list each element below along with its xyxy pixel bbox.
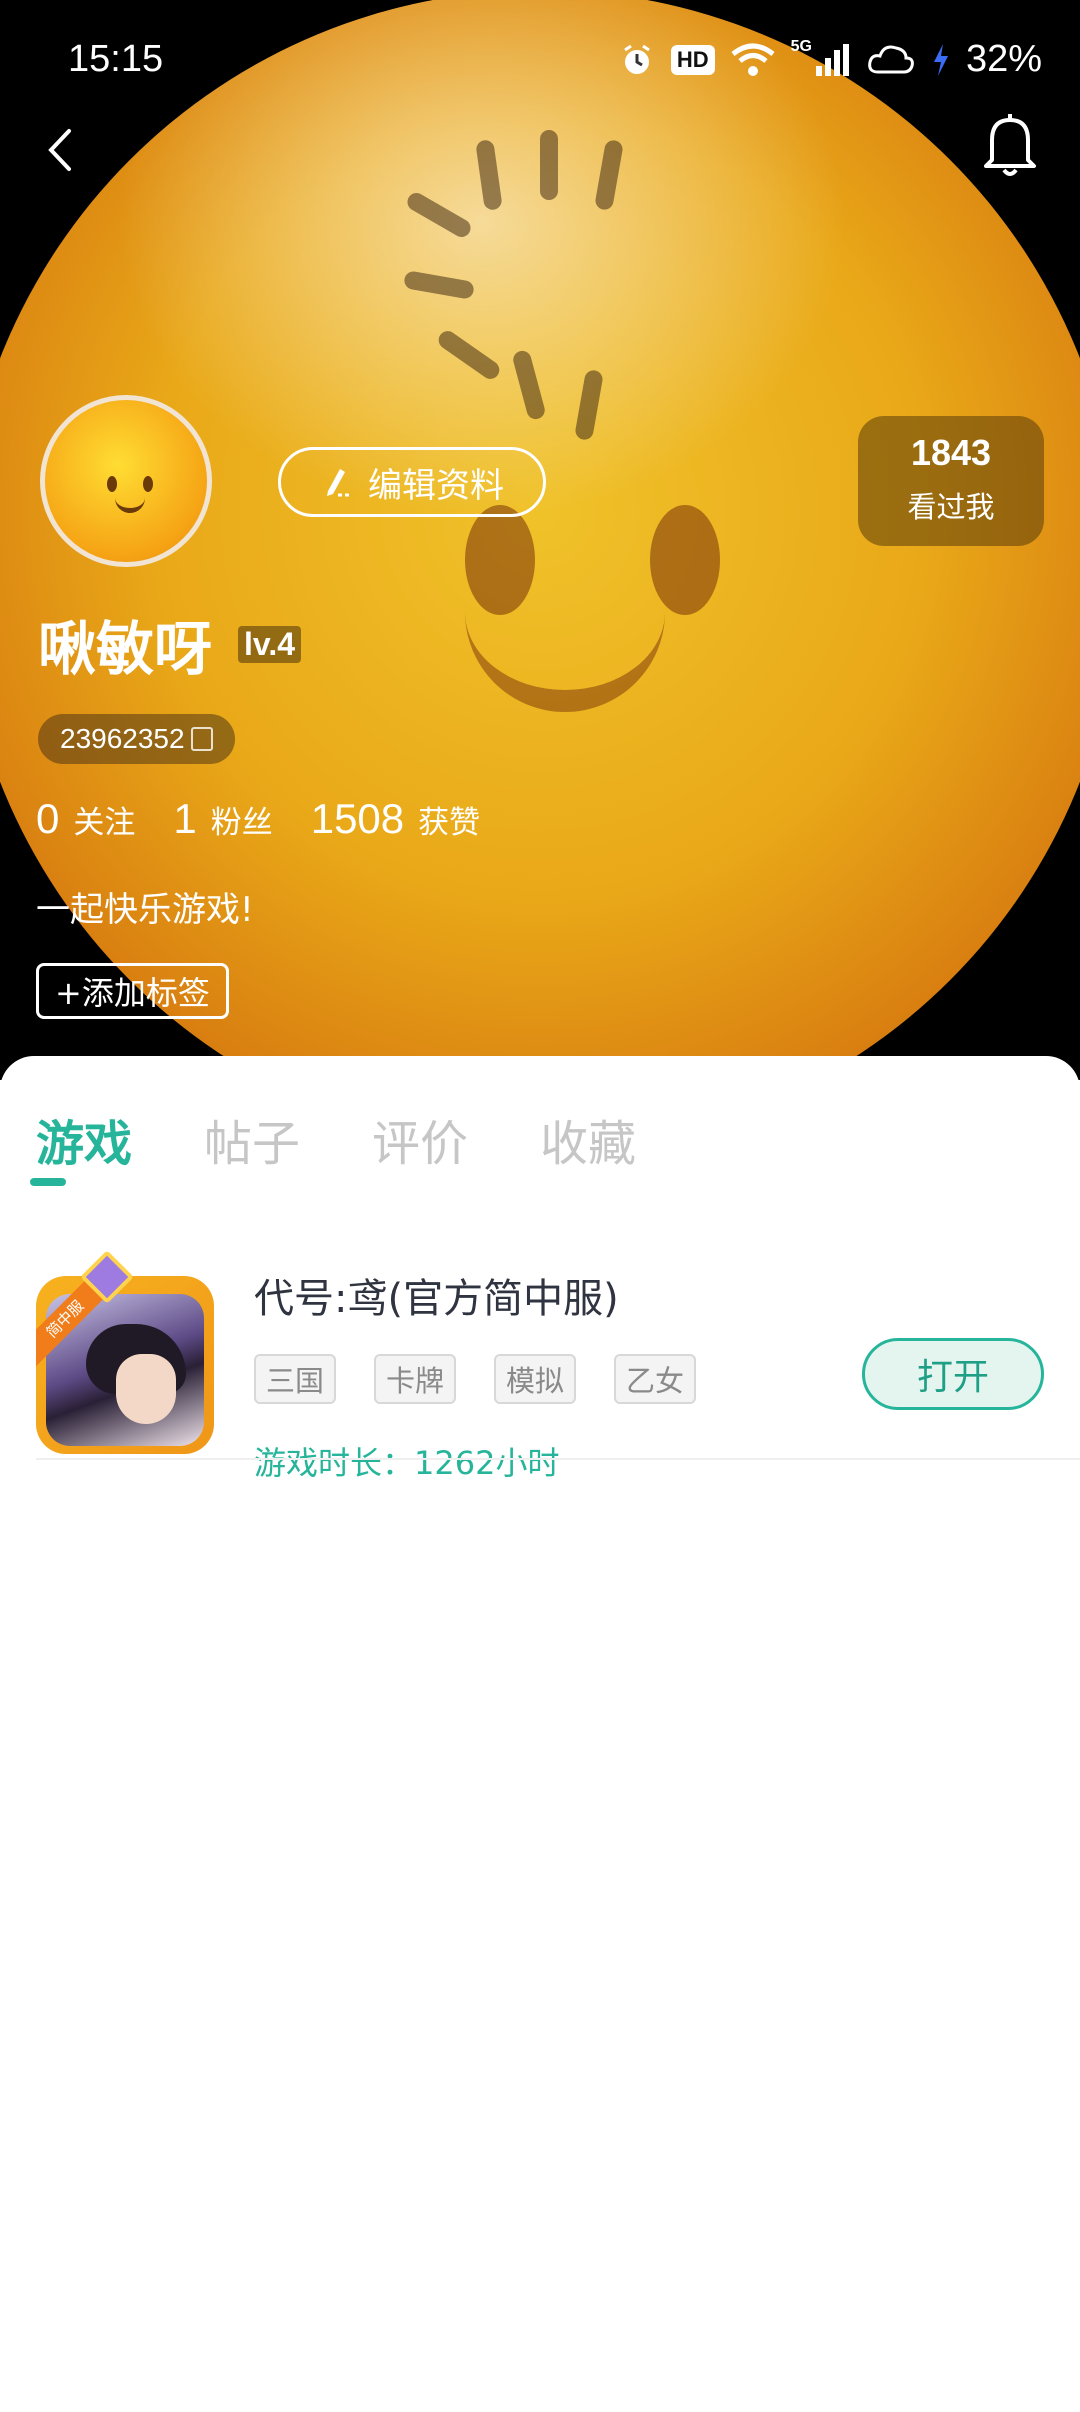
chevron-left-icon [48,129,71,171]
pencil-icon [327,469,350,497]
likes-label: 获赞 [418,805,481,841]
game-tag: 乙女 [614,1354,697,1404]
notifications-button[interactable] [980,110,1050,190]
bell-icon [984,114,1036,176]
active-tab-indicator [30,1178,66,1186]
game-tag: 模拟 [494,1354,577,1404]
content-panel: 游戏 帖子 评价 收藏 简中服 代号:鸢(官方简中服) 三国 卡牌 模拟 乙女 … [0,1056,1080,2412]
edit-profile-label: 编辑资料 [368,465,504,506]
status-bar: 15:15 HD 5G 32% [0,0,1080,120]
following-label[interactable]: 关注 [73,797,135,842]
open-game-button[interactable]: 打开 [862,1338,1044,1410]
divider [36,1458,1080,1460]
alarm-icon [623,44,650,74]
uid-value: 23962352 [60,723,185,754]
bio: 一起快乐游戏! [36,890,254,930]
username: 啾敏呀 [38,615,213,683]
add-tag-button[interactable]: +添加标签 [36,963,229,1019]
list-item[interactable]: 简中服 代号:鸢(官方简中服) 三国 卡牌 模拟 乙女 游戏时长：1262小时 … [0,1206,1080,1482]
charging-icon [933,43,948,76]
tab-reviews[interactable]: 评价 [372,1104,468,1174]
visitors-card[interactable]: 1843 看过我 [858,416,1044,546]
tab-bar: 游戏 帖子 评价 收藏 [36,1104,636,1174]
visitors-count: 1843 [910,432,992,473]
likes-count: 1508 [310,795,405,842]
game-title[interactable]: 代号:鸢(官方简中服) [254,1266,619,1324]
avatar[interactable] [40,395,212,567]
network-type: 5G [790,38,812,55]
following-count[interactable]: 0 [36,795,59,843]
game-tag: 三国 [254,1354,337,1404]
cloud-icon [868,45,914,73]
game-playtime: 游戏时长：1262小时 [254,1444,560,1482]
hd-badge: HD [670,44,715,75]
status-icons: HD 5G 32% [619,38,1042,81]
visitors-label: 看过我 [907,490,995,524]
wifi-icon [731,43,775,76]
back-button[interactable] [30,110,90,190]
edit-profile-button[interactable]: 编辑资料 [278,447,546,517]
game-icon[interactable]: 简中服 [36,1276,214,1454]
username-row: 啾敏呀 lv.4 [38,602,302,686]
tab-favorites[interactable]: 收藏 [540,1104,636,1174]
status-time: 15:15 [68,38,164,80]
fans-count[interactable]: 1 [173,795,196,843]
tab-games[interactable]: 游戏 [36,1104,132,1174]
tab-posts[interactable]: 帖子 [204,1104,300,1174]
game-tag: 卡牌 [374,1354,457,1404]
fans-label[interactable]: 粉丝 [211,797,273,842]
profile-stats: 0 关注 1 粉丝 1508 获赞 [36,795,518,843]
battery-level: 32% [965,38,1042,80]
level-badge: lv.4 [238,625,302,663]
uid-chip[interactable]: 23962352 [38,714,235,764]
copy-icon [190,727,213,751]
signal-icon [815,43,849,76]
game-tags: 三国 卡牌 模拟 乙女 [254,1354,697,1404]
